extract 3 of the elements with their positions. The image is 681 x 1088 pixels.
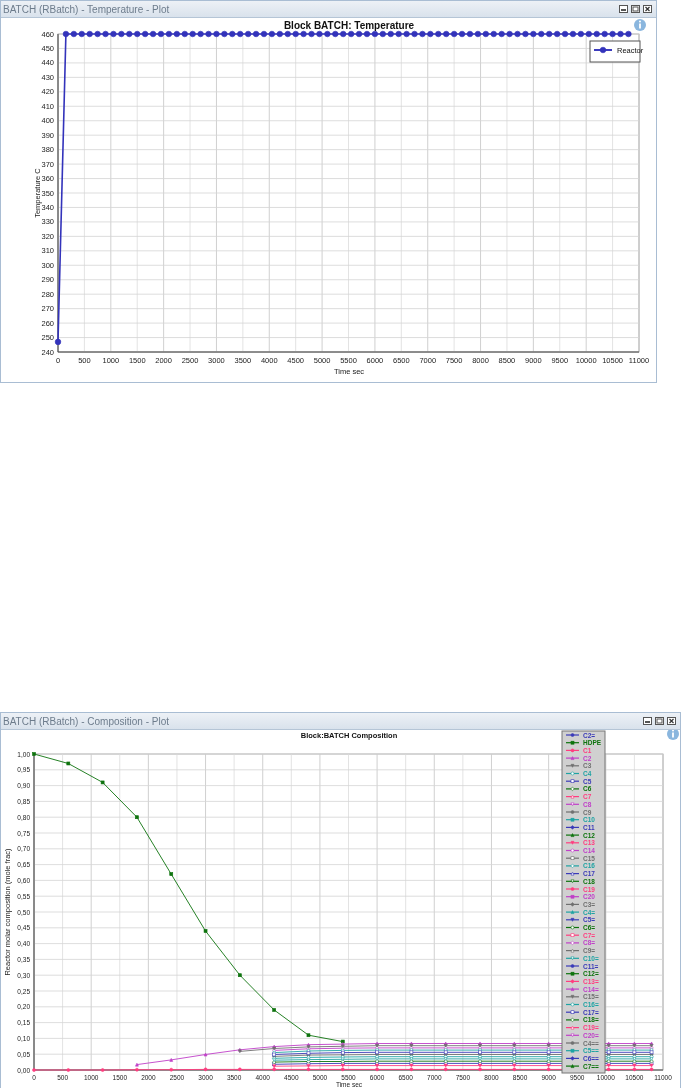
chart-title: Block BATCH: Temperature xyxy=(283,20,415,31)
window-title: BATCH (RBatch) - Composition - Plot xyxy=(3,715,169,727)
window-title: BATCH (RBatch) - Temperature - Plot xyxy=(3,3,170,15)
